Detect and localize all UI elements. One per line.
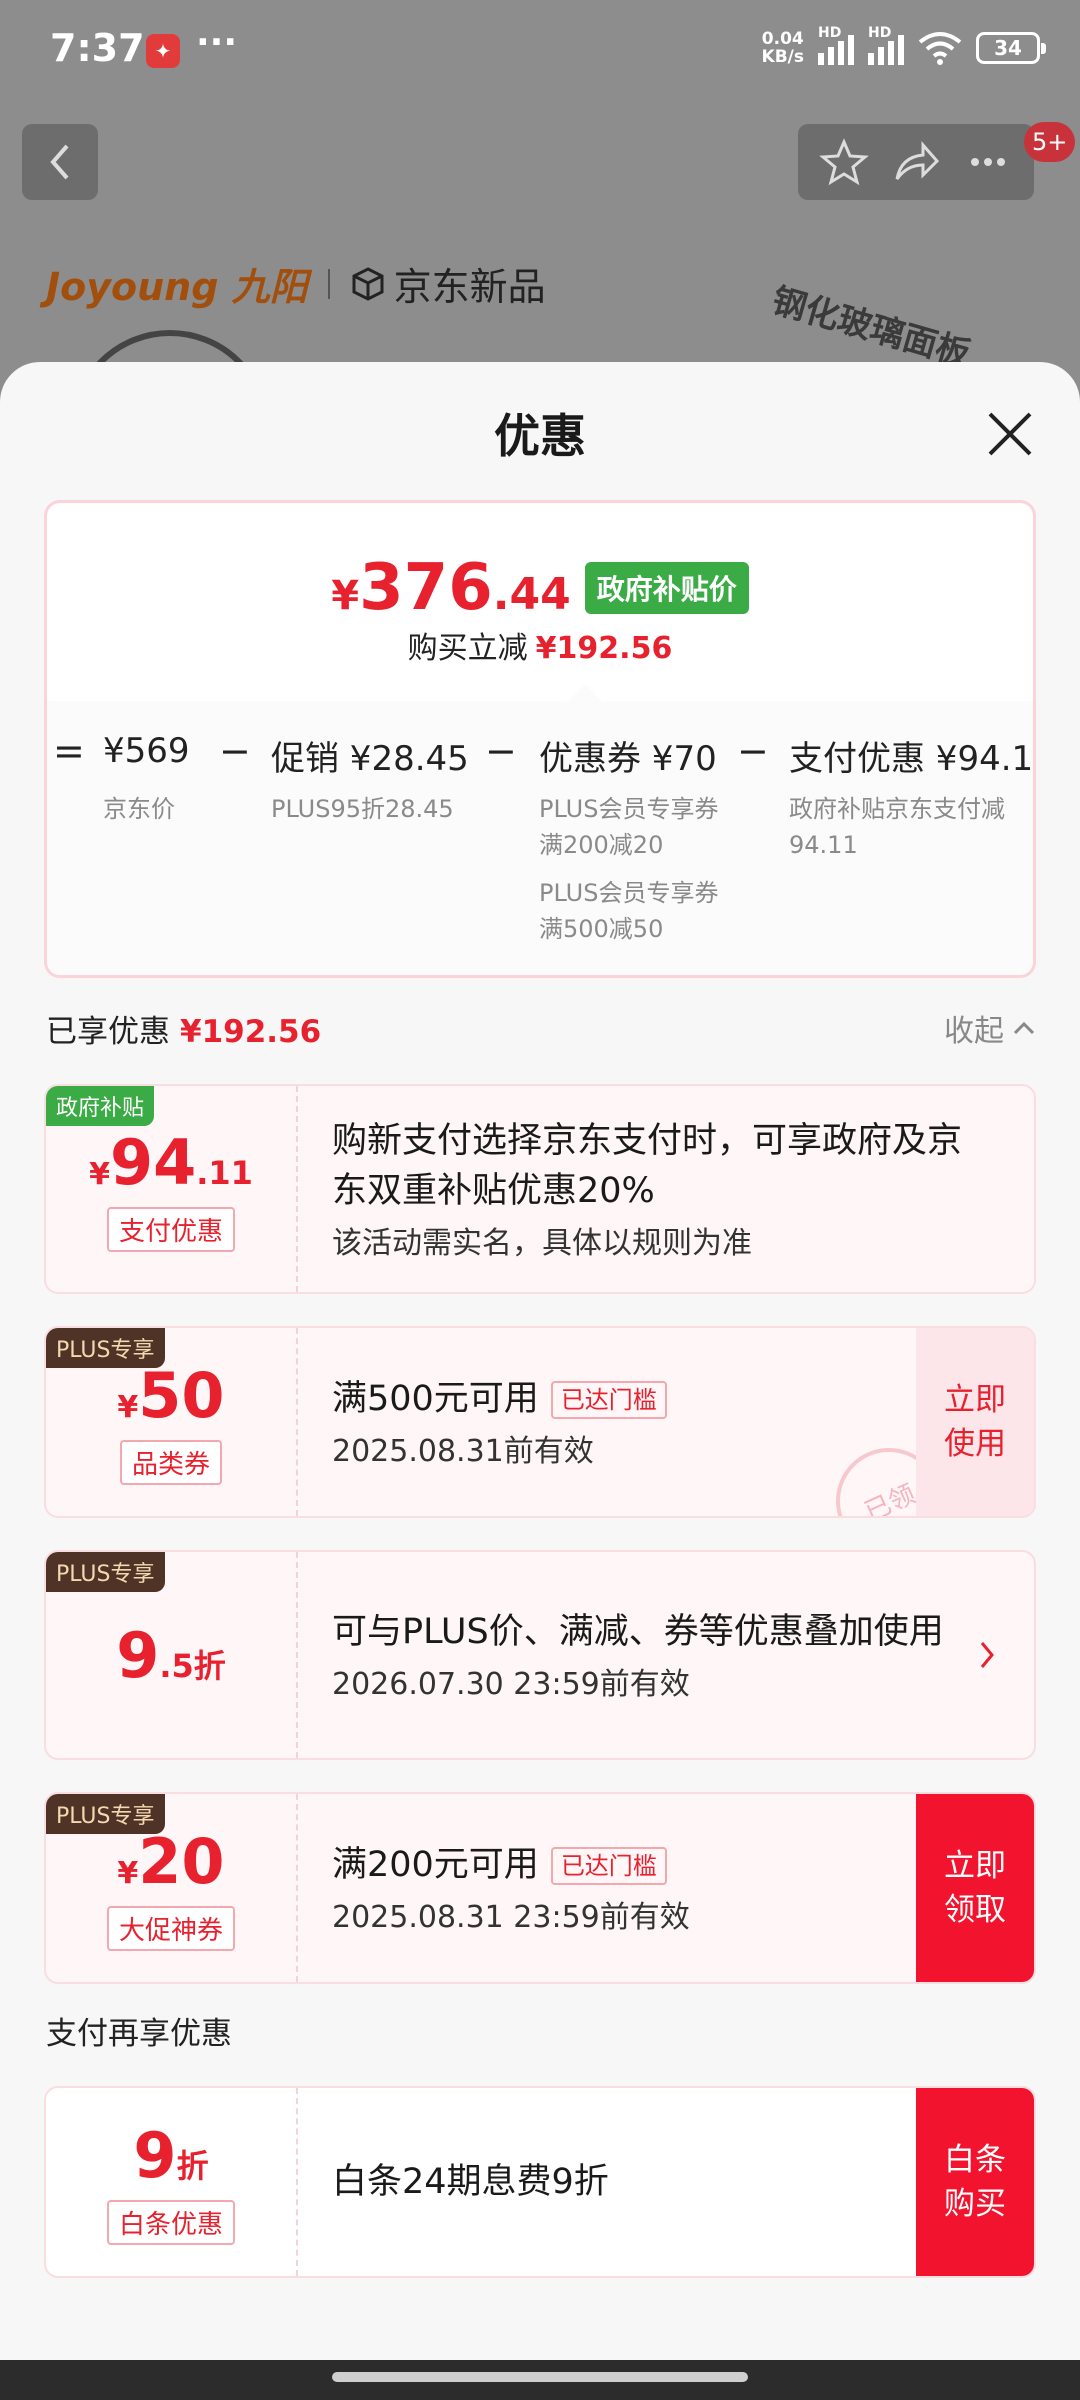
coupon-detail: 购新支付选择京东支付时，可享政府及京东双重补贴优惠20% 该活动需实名，具体以规… [332, 1086, 994, 1292]
sheet-title: 优惠 [494, 409, 586, 463]
gov-subsidy-badge: 政府补贴 [46, 1086, 155, 1126]
chevron-left-icon [50, 144, 69, 180]
coupon-type: 白条优惠 [106, 2200, 235, 2245]
coupon-title: 满500元可用 [332, 1379, 539, 1419]
claim-now-button[interactable]: 立即领取 [916, 1794, 1034, 1982]
signal-2-icon: HD [868, 25, 904, 65]
threshold-reached-tag: 已达门槛 [550, 1381, 667, 1419]
battery-icon: 34 [976, 32, 1046, 64]
more-icon[interactable] [963, 137, 1013, 187]
nav-tools [798, 124, 1034, 200]
coupon-detail-1: PLUS会员专享券满200减20 [539, 795, 719, 859]
promo-detail: PLUS95折28.45 [271, 795, 454, 823]
baitiao-buy-button[interactable]: 白条购买 [916, 2088, 1034, 2276]
gov-subsidy-tag: 政府补贴价 [584, 562, 749, 614]
coupon-type: 支付优惠 [106, 1207, 235, 1252]
more-notifications-icon: ··· [196, 22, 238, 63]
plus-badge: PLUS专享 [46, 1552, 165, 1592]
app-notification-icon: ✦ [146, 34, 180, 68]
promo-amount: 促销 ¥28.45 [271, 739, 469, 779]
coupon-title: 购新支付选择京东支付时，可享政府及京东双重补贴优惠20% [332, 1121, 963, 1211]
coupon-note: 该活动需实名，具体以规则为准 [332, 1226, 752, 1261]
final-price: ¥ 376 .44 [331, 551, 571, 625]
coupon-type: 品类券 [119, 1440, 222, 1485]
final-price-row: ¥ 376 .44 政府补贴价 [47, 551, 1033, 625]
pointer-arrow [565, 681, 605, 721]
brand-row: Joyoung 九阳 京东新品 [46, 256, 546, 311]
back-button[interactable] [22, 124, 98, 200]
equals-sign: = [53, 729, 85, 773]
signal-icon: HD [818, 25, 854, 65]
pay-discount-detail: 政府补贴京东支付减94.11 [789, 795, 1005, 859]
coupon-detail: 满200元可用 已达门槛 2025.08.31 23:59前有效 [332, 1794, 904, 1982]
background-page: 7:37 ✦ ··· 0.04 KB/s HD HD 34 5+ Joyoung… [0, 0, 1080, 530]
wifi-icon [918, 32, 962, 65]
discount-sheet: 优惠 ¥ 376 .44 政府补贴价 购买立减 ¥192.56 = ¥569 − … [0, 362, 1080, 2360]
coupon-value: 9 折 白条优惠 [46, 2088, 298, 2276]
coupon-expiry: 2025.08.31前有效 [332, 1434, 594, 1469]
use-now-button[interactable]: 立即使用 [916, 1328, 1034, 1516]
home-indicator[interactable] [332, 2372, 748, 2382]
star-icon[interactable] [819, 137, 869, 187]
status-time: 7:37 [50, 26, 145, 70]
coupon-detail: 可与PLUS价、满减、券等优惠叠加使用 2026.07.30 23:59前有效 [332, 1552, 954, 1758]
coupon-expiry: 2025.08.31 23:59前有效 [332, 1900, 690, 1935]
pay-section-title: 支付再享优惠 [46, 2016, 232, 2052]
threshold-reached-tag: 已达门槛 [550, 1847, 667, 1885]
collapse-button[interactable]: 收起 [944, 1006, 1036, 1050]
product-banner-text: 钢化玻璃面板 [767, 280, 975, 376]
pay-discount-amount: 支付优惠 ¥94.11 [789, 739, 1036, 779]
cube-icon [352, 266, 384, 301]
coupon-plus-discount[interactable]: PLUS专享 9 .5折 可与PLUS价、满减、券等优惠叠加使用 2026.07… [44, 1550, 1036, 1760]
chevron-up-icon [1013, 1021, 1035, 1035]
coupon-expiry: 2026.07.30 23:59前有效 [332, 1667, 690, 1702]
jd-price-label: 京东价 [103, 795, 175, 823]
price-summary: ¥ 376 .44 政府补贴价 购买立减 ¥192.56 = ¥569 − 促销 … [44, 500, 1036, 978]
net-speed: 0.04 KB/s [761, 29, 804, 67]
coupon-title: 可与PLUS价、满减、券等优惠叠加使用 [332, 1612, 944, 1652]
coupon-title: 白条24期息费9折 [332, 2162, 609, 2202]
enjoyed-discount-row: 已享优惠 ¥192.56 收起 [46, 1006, 1036, 1050]
minus-sign: − [219, 729, 251, 773]
status-bar: 7:37 ✦ ··· 0.04 KB/s HD HD 34 [0, 0, 1080, 100]
reduce-line: 购买立减 ¥192.56 [407, 631, 673, 666]
minus-sign: − [737, 729, 769, 773]
plus-badge: PLUS专享 [46, 1328, 165, 1368]
enjoyed-label: 已享优惠 ¥192.56 [46, 1014, 322, 1050]
status-right: 0.04 KB/s HD HD 34 [761, 25, 1046, 67]
coupon-detail: 满500元可用 已达门槛 2025.08.31前有效 [332, 1328, 904, 1516]
breakdown-line: = ¥569 − 促销 ¥28.45 − 优惠券 ¥70 − 支付优惠 ¥94.… [47, 729, 1033, 789]
close-icon[interactable] [980, 404, 1040, 464]
baitiao-offer[interactable]: 9 折 白条优惠 白条24期息费9折 白条购买 [44, 2086, 1036, 2278]
coupon-title: 满200元可用 [332, 1845, 539, 1885]
share-icon[interactable] [891, 137, 941, 187]
plus-badge: PLUS专享 [46, 1794, 165, 1834]
coupon-detail-2: PLUS会员专享券满500减50 [539, 879, 719, 943]
coupon-amount: 优惠券 ¥70 [539, 739, 717, 779]
coupon-type: 大促神券 [106, 1906, 235, 1951]
minus-sign: − [485, 729, 517, 773]
coupon-gov-subsidy[interactable]: 政府补贴 ¥ 94 .11 支付优惠 购新支付选择京东支付时，可享政府及京东双重… [44, 1084, 1036, 1294]
coupon-plus-50[interactable]: PLUS专享 ¥ 50 品类券 满500元可用 已达门槛 2025.08.31前有… [44, 1326, 1036, 1518]
price-breakdown: = ¥569 − 促销 ¥28.45 − 优惠券 ¥70 − 支付优惠 ¥94.… [47, 681, 1033, 975]
jd-price: ¥569 [103, 731, 190, 771]
brand-jd-new: 京东新品 [350, 256, 546, 311]
brand-separator [327, 268, 330, 299]
coupon-detail: 白条24期息费9折 [332, 2088, 904, 2276]
coupon-plus-20[interactable]: PLUS专享 ¥ 20 大促神券 满200元可用 已达门槛 2025.08.31 … [44, 1792, 1036, 1984]
chevron-right-icon[interactable] [978, 1637, 998, 1673]
message-badge: 5+ [1024, 122, 1076, 162]
brand-joyoung: Joyoung 九阳 [46, 265, 308, 309]
